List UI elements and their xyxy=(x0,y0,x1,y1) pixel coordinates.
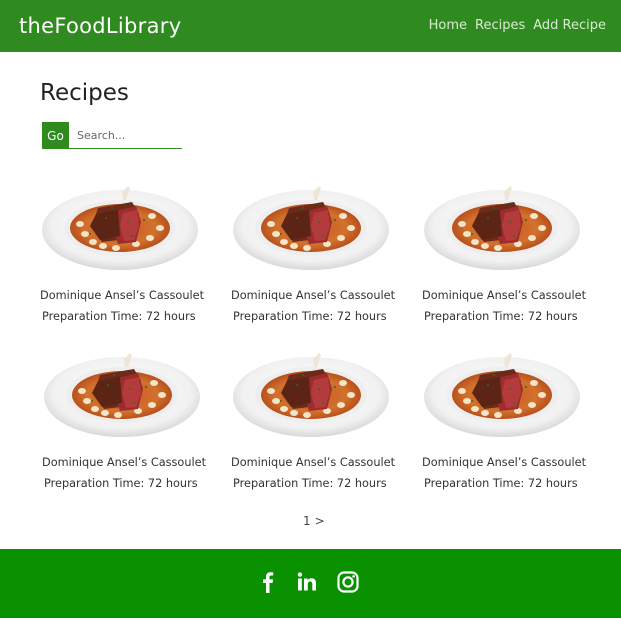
recipe-image[interactable] xyxy=(231,345,392,438)
recipe-card[interactable]: Dominique Ansel’s Cassoulet Preparation … xyxy=(422,345,587,490)
recipe-prep-time: Preparation Time: 72 hours xyxy=(424,477,578,490)
recipe-prep-time: Preparation Time: 72 hours xyxy=(424,310,578,323)
nav-recipes-link[interactable]: Recipes xyxy=(475,17,525,35)
recipe-image[interactable] xyxy=(42,345,203,438)
recipe-title[interactable]: Dominique Ansel’s Cassoulet xyxy=(42,455,206,471)
recipe-card[interactable]: Dominique Ansel’s Cassoulet Preparation … xyxy=(231,178,396,323)
facebook-icon[interactable] xyxy=(255,569,281,595)
page-next-link[interactable]: > xyxy=(315,513,325,529)
recipe-image[interactable] xyxy=(40,178,201,271)
pagination: 1 > xyxy=(303,513,325,529)
recipe-title[interactable]: Dominique Ansel’s Cassoulet xyxy=(231,455,395,471)
recipe-card[interactable]: Dominique Ansel’s Cassoulet Preparation … xyxy=(42,345,207,490)
page-current[interactable]: 1 xyxy=(303,513,311,529)
recipe-card[interactable]: Dominique Ansel’s Cassoulet Preparation … xyxy=(231,345,396,490)
recipe-prep-time: Preparation Time: 72 hours xyxy=(44,477,198,490)
brand-logo[interactable]: theFoodLibrary xyxy=(19,11,181,41)
recipe-image[interactable] xyxy=(231,178,392,271)
recipe-title[interactable]: Dominique Ansel’s Cassoulet xyxy=(40,288,204,304)
instagram-icon[interactable] xyxy=(335,569,361,595)
recipe-title[interactable]: Dominique Ansel’s Cassoulet xyxy=(422,288,586,304)
nav-home-link[interactable]: Home xyxy=(429,17,467,35)
recipe-card[interactable]: Dominique Ansel’s Cassoulet Preparation … xyxy=(40,178,205,323)
nav-links: Home Recipes Add Recipe xyxy=(429,17,606,35)
recipe-title[interactable]: Dominique Ansel’s Cassoulet xyxy=(231,288,395,304)
recipe-title[interactable]: Dominique Ansel’s Cassoulet xyxy=(422,455,586,471)
page-title: Recipes xyxy=(40,80,129,106)
recipe-prep-time: Preparation Time: 72 hours xyxy=(233,310,387,323)
recipe-prep-time: Preparation Time: 72 hours xyxy=(42,310,196,323)
search-input[interactable] xyxy=(69,122,182,149)
recipe-image[interactable] xyxy=(422,345,583,438)
navbar: theFoodLibrary Home Recipes Add Recipe xyxy=(0,0,621,52)
footer xyxy=(0,549,621,618)
search-go-button[interactable]: Go xyxy=(42,122,69,149)
recipe-prep-time: Preparation Time: 72 hours xyxy=(233,477,387,490)
nav-add-recipe-link[interactable]: Add Recipe xyxy=(533,17,606,35)
linkedin-icon[interactable] xyxy=(294,569,320,595)
recipe-image[interactable] xyxy=(422,178,583,271)
recipe-card[interactable]: Dominique Ansel’s Cassoulet Preparation … xyxy=(422,178,587,323)
